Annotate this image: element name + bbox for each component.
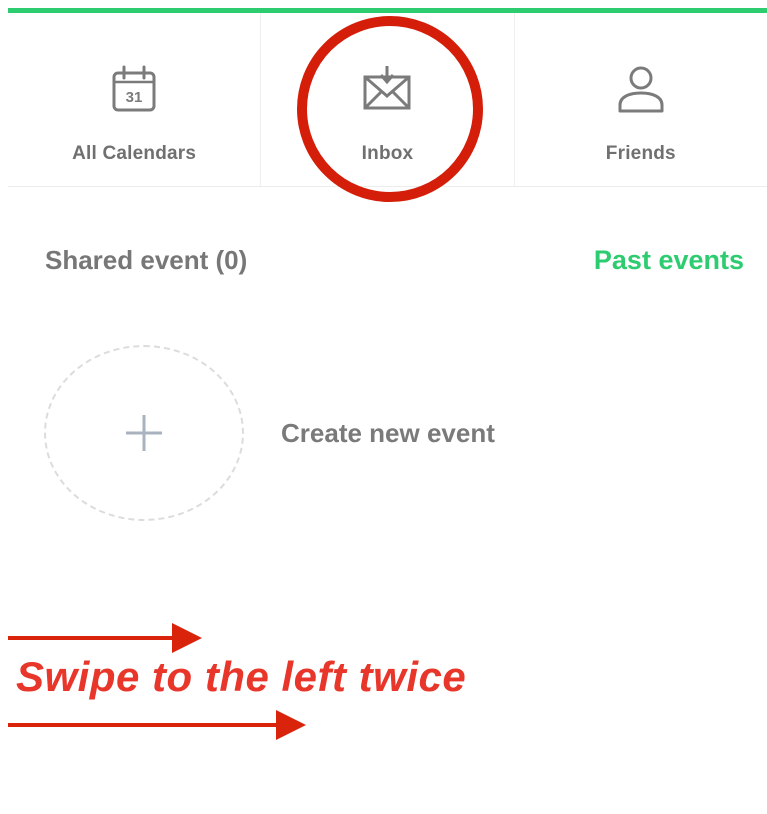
- annotation-arrow-right-top: [8, 623, 202, 653]
- tab-inbox[interactable]: Inbox: [260, 13, 513, 186]
- create-new-event-button[interactable]: Create new event: [44, 345, 495, 521]
- tab-friends[interactable]: Friends: [513, 13, 767, 186]
- tab-label-inbox: Inbox: [361, 143, 414, 164]
- calendar-icon: 31: [108, 63, 160, 115]
- create-event-circle[interactable]: [44, 345, 244, 521]
- annotation-arrow-right-bottom: [8, 710, 306, 740]
- create-event-label: Create new event: [281, 417, 495, 448]
- tab-label-all-calendars: All Calendars: [72, 143, 197, 164]
- inbox-download-icon: [361, 63, 413, 115]
- tab-all-calendars[interactable]: 31 All Calendars: [8, 13, 260, 186]
- shared-event-title: Shared event (0): [45, 244, 248, 275]
- past-events-link[interactable]: Past events: [594, 245, 744, 276]
- svg-text:31: 31: [126, 89, 143, 106]
- plus-icon: [126, 415, 162, 451]
- section-header: Shared event (0) Past events: [45, 240, 744, 280]
- tab-bar: 31 All Calendars Inbox Friends: [8, 13, 767, 187]
- tab-label-friends: Friends: [605, 143, 676, 164]
- app-screen: 31 All Calendars Inbox Friends Shared ev…: [0, 0, 767, 814]
- person-icon: [615, 63, 667, 115]
- swipe-instruction-text: Swipe to the left twice: [16, 653, 467, 700]
